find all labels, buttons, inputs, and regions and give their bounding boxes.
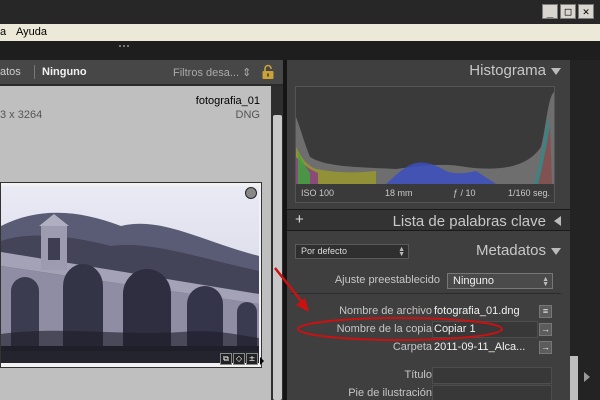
histogram-graph bbox=[296, 92, 554, 184]
keyword-badge-icon[interactable]: ◇ bbox=[233, 353, 245, 365]
histogram-title: Histograma bbox=[469, 62, 546, 79]
caption-label: Pie de ilustración bbox=[348, 387, 432, 399]
select-arrows-icon: ▲ ▼ bbox=[542, 276, 549, 288]
right-panel-scrollbar[interactable] bbox=[570, 60, 600, 400]
top-panel-bar[interactable] bbox=[0, 41, 600, 60]
filter-tab-ninguno[interactable]: Ninguno bbox=[42, 66, 87, 78]
lock-icon[interactable] bbox=[261, 64, 275, 80]
copy-name-value: Copiar 1 bbox=[434, 323, 476, 335]
metadata-row-filename: Nombre de archivo fotografia_01.dng ≡ bbox=[287, 303, 570, 321]
exif-shutter: 1/160 seg. bbox=[508, 188, 551, 198]
histogram-header[interactable]: Histograma bbox=[287, 60, 570, 82]
right-scrollbar-thumb[interactable] bbox=[570, 356, 578, 400]
photo-thumbnail[interactable]: ⧉ ◇ ± bbox=[0, 182, 262, 368]
exif-focal-length: 18 mm bbox=[385, 188, 413, 198]
filter-tab-metadatos[interactable]: atos bbox=[0, 66, 21, 78]
bridge-photo bbox=[1, 186, 259, 363]
menu-bar: a Ayuda bbox=[0, 24, 600, 41]
collapse-triangle-icon[interactable] bbox=[551, 248, 561, 255]
metadata-row-copy-name: Nombre de la copia Copiar 1 → bbox=[287, 321, 570, 339]
close-button[interactable]: ✕ bbox=[578, 4, 594, 19]
metadata-title: Metadatos bbox=[475, 242, 546, 259]
grid-scrollbar[interactable] bbox=[271, 86, 283, 400]
thumbnail-dimensions: 3 x 3264 bbox=[0, 109, 43, 121]
exif-info: ISO 100 18 mm ƒ / 10 1/160 seg. bbox=[296, 184, 554, 202]
histogram: ISO 100 18 mm ƒ / 10 1/160 seg. bbox=[295, 86, 555, 203]
exif-aperture: ƒ / 10 bbox=[453, 188, 476, 198]
virtual-copy-badge-icon[interactable]: ⧉ bbox=[220, 353, 232, 365]
menu-item-partial[interactable]: a bbox=[0, 26, 6, 38]
title-label: Título bbox=[404, 369, 432, 381]
thumbnail-badges: ⧉ ◇ ± bbox=[220, 353, 258, 365]
separator bbox=[291, 293, 561, 294]
panel-grip-icon[interactable] bbox=[119, 45, 129, 49]
quick-collection-circle-icon[interactable] bbox=[245, 187, 257, 199]
right-panel: Histograma ISO 100 18 mm ƒ / 10 1/160 se… bbox=[287, 60, 570, 400]
grid-scrollbar-thumb[interactable] bbox=[273, 115, 282, 400]
copy-name-label: Nombre de la copia bbox=[336, 323, 432, 335]
preset-value: Ninguno bbox=[453, 275, 494, 287]
collapse-triangle-icon[interactable] bbox=[551, 68, 561, 75]
rename-button[interactable]: ≡ bbox=[539, 305, 552, 318]
develop-badge-icon[interactable]: ± bbox=[246, 353, 258, 365]
title-field[interactable] bbox=[432, 367, 552, 384]
filename-value: fotografia_01.dng bbox=[434, 305, 520, 317]
exif-iso: ISO 100 bbox=[301, 188, 335, 198]
preset-label: Ajuste preestablecido bbox=[334, 274, 440, 286]
window-controls: _ □ ✕ bbox=[542, 4, 594, 19]
minimize-button[interactable]: _ bbox=[542, 4, 558, 19]
metadata-row-caption: Pie de ilustración bbox=[287, 385, 570, 400]
preset-row: Ajuste preestablecido Ninguno ▲ ▼ bbox=[287, 272, 570, 290]
keyword-list-header[interactable]: + Lista de palabras clave bbox=[287, 209, 570, 231]
maximize-button[interactable]: □ bbox=[560, 4, 576, 19]
thumbnail-filename: fotografia_01 bbox=[195, 95, 260, 107]
metadata-row-folder: Carpeta 2011-09-11_Alca... → bbox=[287, 339, 570, 357]
grid-view: fotografia_01 3 x 3264 DNG ⧉ ◇ ± bbox=[0, 86, 271, 400]
expand-triangle-icon[interactable] bbox=[554, 216, 561, 226]
metadata-header[interactable]: Metadatos bbox=[287, 240, 570, 262]
filter-separator bbox=[34, 65, 35, 79]
preset-select[interactable]: Ninguno ▲ ▼ bbox=[447, 273, 553, 289]
caption-field[interactable] bbox=[432, 385, 552, 400]
filename-label: Nombre de archivo bbox=[339, 305, 432, 317]
window-titlebar: _ □ ✕ bbox=[0, 0, 600, 24]
metadata-row-title: Título bbox=[287, 367, 570, 385]
folder-label: Carpeta bbox=[392, 341, 432, 353]
go-to-folder-button[interactable]: → bbox=[539, 341, 552, 354]
keyword-list-title: Lista de palabras clave bbox=[392, 213, 546, 230]
triangle-right-icon[interactable] bbox=[584, 372, 590, 382]
menu-item-ayuda[interactable]: Ayuda bbox=[16, 26, 47, 38]
filter-presets-dropdown[interactable]: Filtros desa... ⇕ bbox=[173, 66, 251, 79]
thumbnail-format: DNG bbox=[235, 109, 260, 121]
folder-value: 2011-09-11_Alca... bbox=[434, 341, 526, 353]
copy-name-arrow-button[interactable]: → bbox=[539, 323, 552, 336]
library-filter-bar: atos Ninguno Filtros desa... ⇕ bbox=[0, 60, 283, 85]
triangle-right-icon bbox=[260, 357, 264, 365]
add-keyword-icon[interactable]: + bbox=[295, 211, 304, 228]
